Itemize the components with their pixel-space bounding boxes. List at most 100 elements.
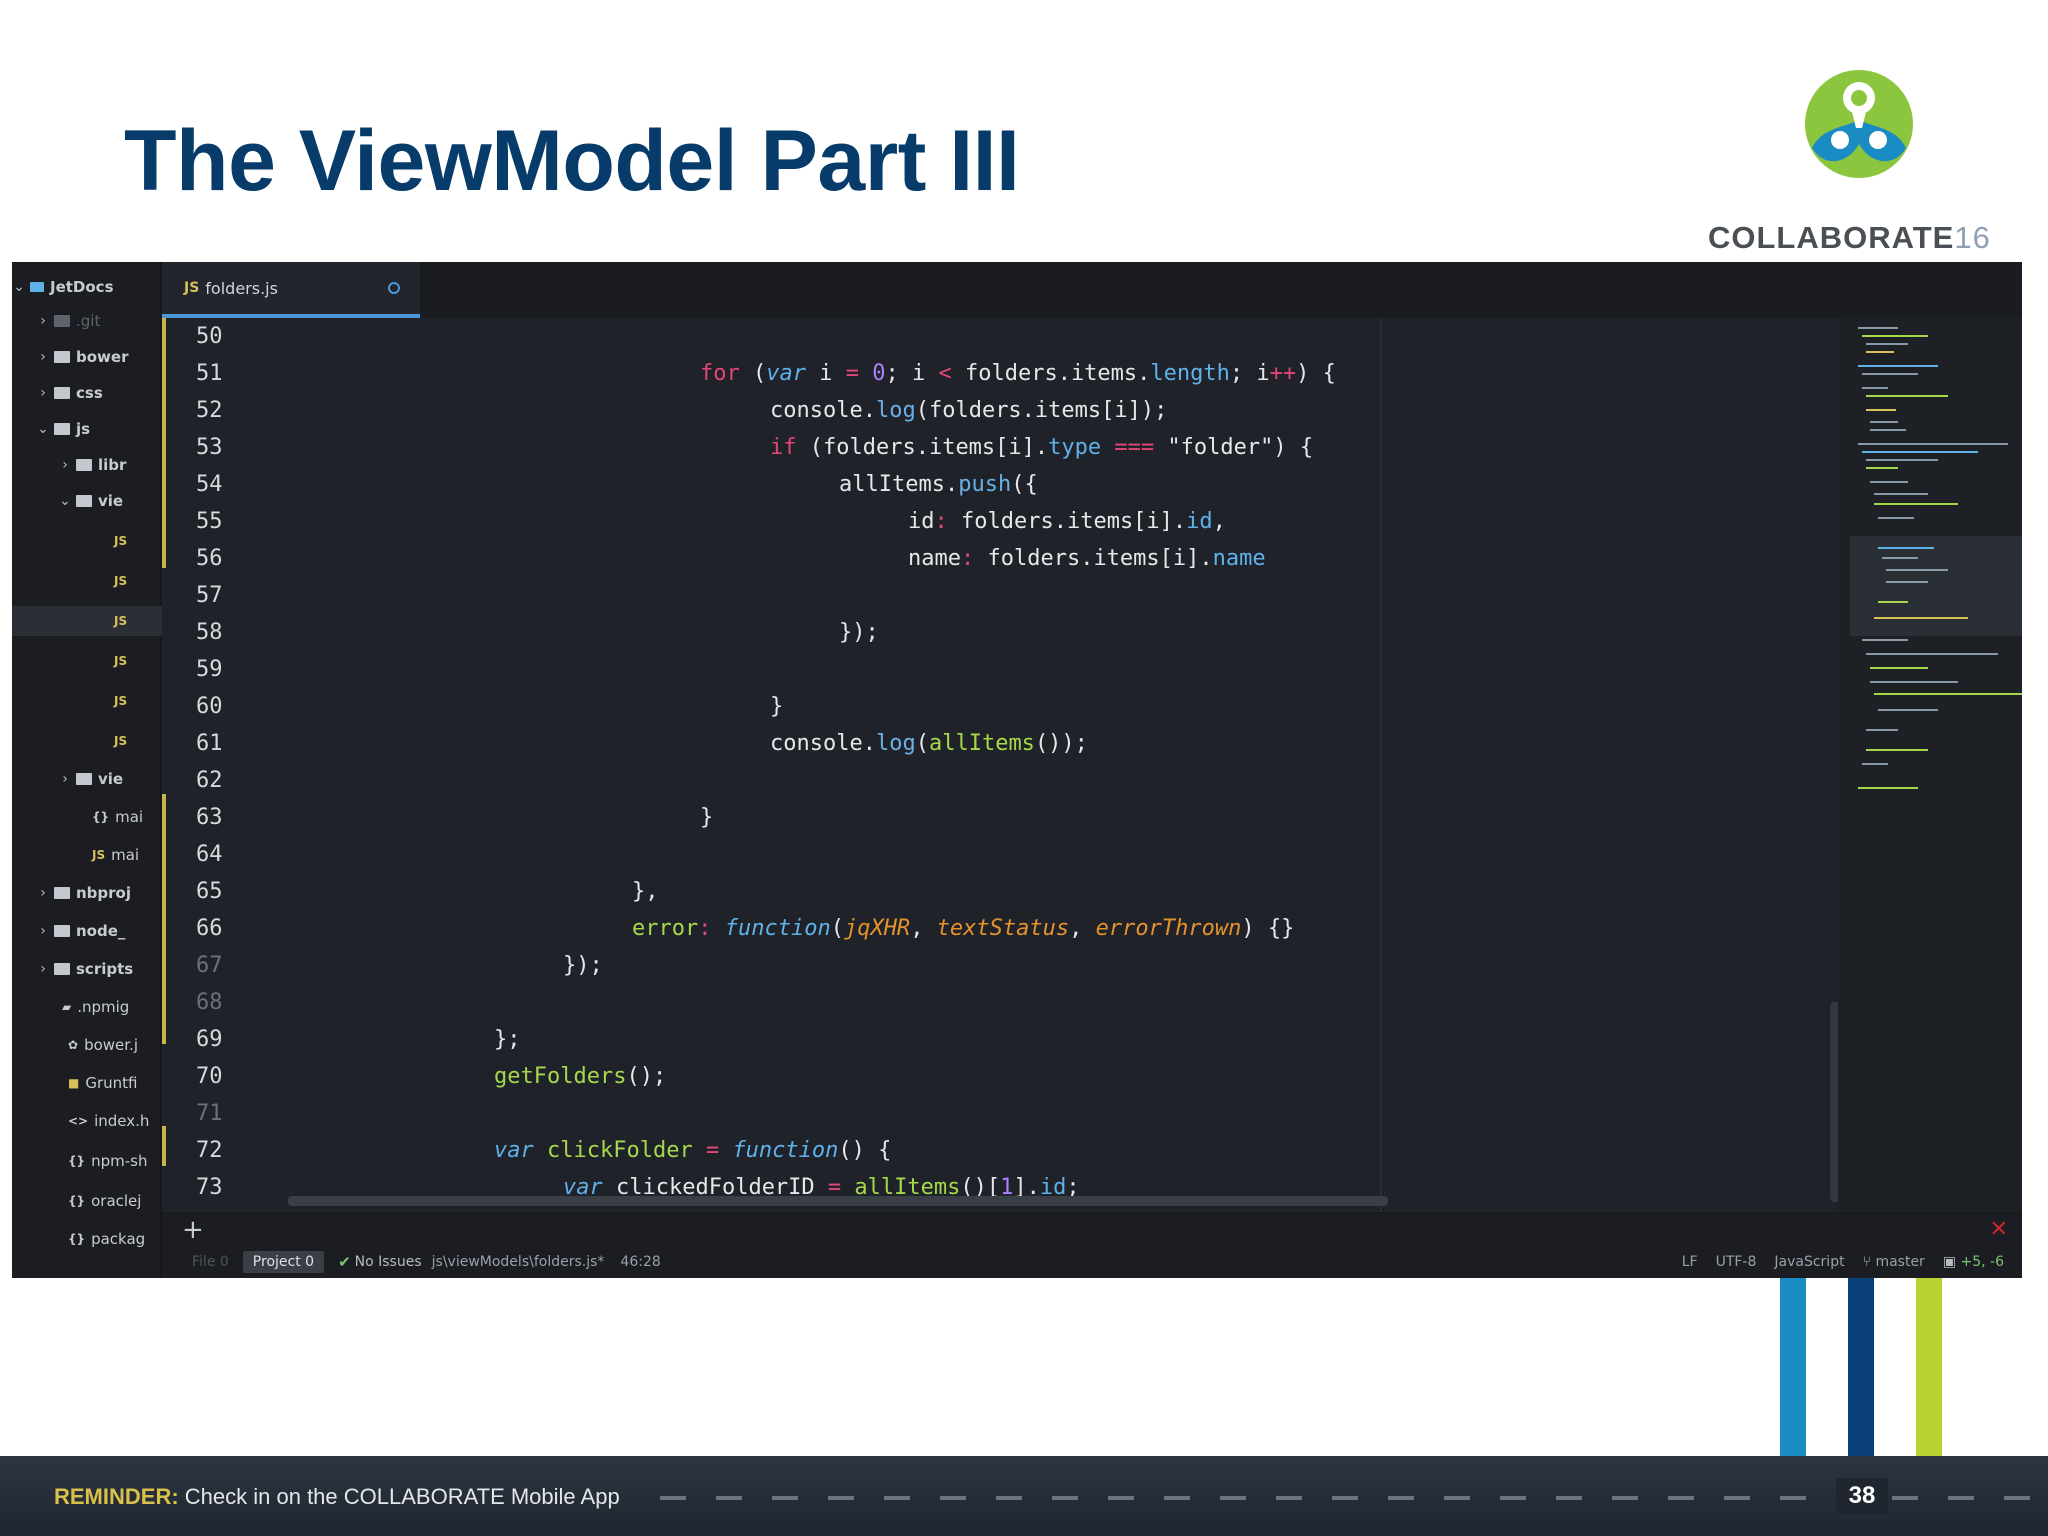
chevron-right-icon: › — [62, 457, 68, 473]
line-number: 55 — [196, 509, 223, 534]
encoding-selector[interactable]: UTF-8 — [1716, 1254, 1757, 1270]
folder-icon — [54, 963, 70, 975]
folder-icon — [54, 925, 70, 937]
json-file-icon: {} — [92, 810, 110, 824]
line-number: 67 — [196, 953, 223, 978]
json-file-icon: {} — [68, 1154, 86, 1168]
line-number: 63 — [196, 805, 223, 830]
status-bar: File 0 Project 0 ✔ No Issues js\viewMode… — [162, 1245, 2022, 1278]
add-panel-icon[interactable]: + — [182, 1215, 204, 1245]
npm-file-icon: ▰ — [62, 1000, 72, 1014]
line-number: 52 — [196, 398, 223, 423]
page-number: 38 — [1836, 1478, 1888, 1514]
cursor-position[interactable]: 46:28 — [620, 1254, 660, 1270]
modified-indicator-icon[interactable] — [388, 282, 400, 294]
git-modified-marker — [162, 794, 166, 1044]
js-file-icon: JS — [184, 280, 200, 296]
git-modified-marker — [162, 1126, 166, 1166]
code-line: if (folders.items[i].type === "folder") … — [770, 435, 1314, 460]
code-line: } — [700, 805, 714, 830]
line-number: 69 — [196, 1027, 223, 1052]
chevron-right-icon: › — [40, 961, 46, 977]
json-file-icon: {} — [68, 1194, 86, 1208]
tree-item[interactable]: › nbproj — [12, 878, 184, 908]
js-file-icon: JS — [114, 694, 128, 708]
line-ending-selector[interactable]: LF — [1682, 1254, 1698, 1270]
chevron-right-icon: › — [62, 771, 68, 787]
folder-icon — [76, 495, 92, 507]
grunt-file-icon: ■ — [68, 1076, 80, 1090]
chevron-right-icon: › — [40, 923, 46, 939]
tree-item[interactable]: › css — [12, 378, 184, 408]
line-number: 62 — [196, 768, 223, 793]
folder-icon — [54, 387, 70, 399]
file-tab-status[interactable]: File 0 — [192, 1254, 229, 1270]
line-number-gutter — [162, 318, 288, 1222]
tree-item[interactable]: › node_ — [12, 916, 184, 946]
logo-wordmark: COLLABORATE16 — [1708, 220, 1991, 255]
diff-icon: ▣ — [1942, 1254, 1961, 1270]
line-number: 73 — [196, 1175, 223, 1200]
git-modified-marker — [162, 318, 166, 568]
code-line: console.log(folders.items[i]); — [770, 398, 1168, 423]
accent-bar-green — [1916, 1278, 1942, 1456]
project-tree: ⌄ JetDocs › .git › bower › css ⌄ js › li… — [12, 262, 262, 1278]
wrap-guide — [1380, 318, 1382, 1222]
code-line: for (var i = 0; i < folders.items.length… — [700, 361, 1336, 386]
tree-item[interactable]: › scripts — [12, 954, 184, 984]
tree-item[interactable]: › bower — [12, 342, 184, 372]
line-number: 61 — [196, 731, 223, 756]
git-diff-status[interactable]: ▣ +5, -6 — [1943, 1254, 2004, 1270]
code-line: allItems.push({ — [839, 472, 1038, 497]
code-line: id: folders.items[i].id, — [908, 509, 1226, 534]
line-number: 51 — [196, 361, 223, 386]
branch-icon: ⑂ — [1862, 1254, 1876, 1270]
code-line: console.log(allItems()); — [770, 731, 1088, 756]
linter-status[interactable]: No Issues — [355, 1254, 422, 1270]
js-file-icon: JS — [114, 534, 128, 548]
code-line: error: function(jqXHR, textStatus, error… — [632, 916, 1295, 941]
tree-item[interactable]: › .git — [12, 306, 184, 336]
line-number: 50 — [196, 324, 223, 349]
code-line: }); — [563, 953, 603, 978]
grammar-selector[interactable]: JavaScript — [1774, 1254, 1844, 1270]
check-icon: ✔ — [338, 1253, 351, 1271]
folder-icon — [76, 459, 92, 471]
bower-file-icon: ✿ — [68, 1038, 79, 1052]
line-number: 56 — [196, 546, 223, 571]
js-file-icon: JS — [92, 848, 106, 862]
folder-icon — [54, 351, 70, 363]
line-number: 72 — [196, 1138, 223, 1163]
tab-folders-js[interactable]: JS folders.js — [162, 262, 420, 318]
slide-title: The ViewModel Part III — [124, 113, 1020, 209]
line-number: 68 — [196, 990, 223, 1015]
chevron-right-icon: › — [40, 349, 46, 365]
code-line: }; — [494, 1027, 521, 1052]
code-line: }, — [632, 879, 659, 904]
horizontal-scrollbar[interactable] — [288, 1196, 1388, 1206]
file-path[interactable]: js\viewModels\folders.js* — [432, 1254, 605, 1270]
js-file-icon: JS — [114, 654, 128, 668]
chevron-down-icon: ⌄ — [13, 279, 25, 295]
line-number: 64 — [196, 842, 223, 867]
accent-bar-blue — [1780, 1278, 1806, 1456]
line-number: 70 — [196, 1064, 223, 1089]
line-number: 54 — [196, 472, 223, 497]
bottom-panel: + ✕ File 0 Project 0 ✔ No Issues js\view… — [162, 1212, 2022, 1278]
repo-icon — [30, 282, 44, 292]
code-area[interactable]: for (var i = 0; i < folders.items.length… — [288, 318, 1388, 1222]
code-line: getFolders(); — [494, 1064, 667, 1089]
line-number: 71 — [196, 1101, 223, 1126]
project-tab-status[interactable]: Project 0 — [242, 1251, 325, 1273]
folder-icon — [54, 315, 70, 327]
line-number: 57 — [196, 583, 223, 608]
close-panel-icon[interactable]: ✕ — [1990, 1217, 2008, 1242]
minimap-lines — [1858, 327, 2022, 789]
tree-root[interactable]: ⌄ JetDocs — [12, 272, 160, 302]
folder-icon — [54, 423, 70, 435]
chevron-right-icon: › — [40, 313, 46, 329]
minimap[interactable] — [1838, 318, 2022, 1222]
folder-icon — [54, 887, 70, 899]
git-branch[interactable]: ⑂ master — [1863, 1254, 1925, 1270]
tree-item[interactable]: ⌄ js — [12, 414, 184, 444]
